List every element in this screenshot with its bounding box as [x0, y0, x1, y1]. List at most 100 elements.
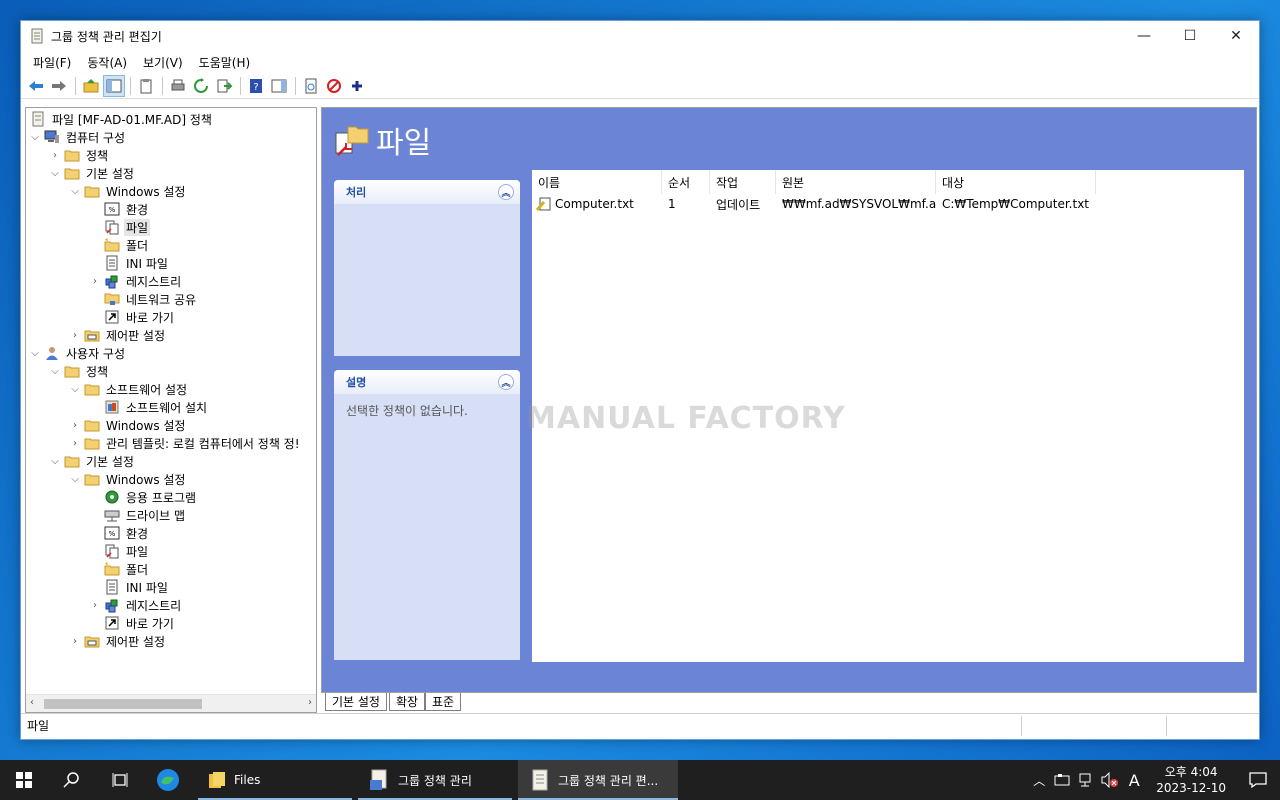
search-button[interactable] [48, 760, 96, 800]
chevron-right-icon[interactable]: › [68, 420, 82, 431]
tree-node-computer-config[interactable]: ⌵ 컴퓨터 구성 [28, 128, 127, 146]
chevron-down-icon[interactable]: ⌵ [48, 456, 62, 467]
volume-button[interactable] [1098, 760, 1122, 800]
properties-button[interactable] [135, 75, 157, 97]
tree-node-files[interactable]: 파일 [88, 218, 151, 236]
shortcut-icon [105, 616, 119, 630]
tree-node-user-files[interactable]: 파일 [88, 542, 150, 560]
tree-node-registry[interactable]: › 레지스트리 [88, 272, 183, 290]
tree-node-user-preferences[interactable]: ⌵ 기본 설정 [48, 452, 136, 470]
print-button[interactable] [167, 75, 189, 97]
edge-button[interactable] [144, 760, 192, 800]
collapse-processing-icon[interactable]: ︽ [498, 184, 514, 200]
tab-preferences[interactable]: 기본 설정 [325, 693, 387, 711]
chevron-down-icon[interactable]: ⌵ [28, 348, 42, 359]
tree-node-user-windows-settings[interactable]: › Windows 설정 [68, 416, 187, 434]
clock[interactable]: 오후 4:04 2023-12-10 [1146, 764, 1236, 796]
tree-node-user-config[interactable]: ⌵ 사용자 구성 [28, 344, 127, 362]
chevron-down-icon[interactable]: ⌵ [48, 366, 62, 377]
tree-node-applications[interactable]: 응용 프로그램 [88, 488, 198, 506]
taskbar-files[interactable]: Files [198, 760, 352, 800]
menu-file[interactable]: 파일(F) [25, 54, 79, 71]
chevron-right-icon[interactable]: › [68, 330, 82, 341]
column-header-name[interactable]: 이름 [532, 170, 662, 194]
maximize-button[interactable]: ☐ [1167, 21, 1213, 51]
disable-item-button[interactable] [323, 75, 345, 97]
help-button[interactable]: ? [245, 75, 267, 97]
tray-app-icon[interactable] [1050, 760, 1074, 800]
tree-node-environment[interactable]: % 환경 [88, 200, 150, 218]
refresh-button[interactable] [190, 75, 212, 97]
show-hide-tree-button[interactable] [103, 74, 125, 97]
tree-node-user-folders[interactable]: 폴더 [88, 560, 150, 578]
menu-action[interactable]: 동작(A) [79, 54, 135, 71]
chevron-down-icon[interactable]: ⌵ [28, 132, 42, 143]
input-method-indicator[interactable]: A [1122, 760, 1146, 800]
tree-node-user-shortcuts[interactable]: 바로 가기 [88, 614, 176, 632]
menu-help[interactable]: 도움말(H) [191, 54, 259, 71]
tree-node-windows-settings[interactable]: ⌵ Windows 설정 [68, 182, 187, 200]
collapse-description-icon[interactable]: ︽ [498, 374, 514, 390]
chevron-down-icon[interactable]: ⌵ [68, 186, 82, 197]
tree-node-user-environment[interactable]: % 환경 [88, 524, 150, 542]
tree-node-ini-files[interactable]: INI 파일 [88, 254, 170, 272]
minimize-button[interactable]: — [1121, 21, 1167, 51]
scrollbar-thumb[interactable] [44, 699, 202, 709]
task-view-button[interactable] [96, 760, 144, 800]
start-button[interactable] [0, 760, 48, 800]
scroll-left-icon[interactable]: ‹ [30, 697, 34, 708]
show-hidden-icons-button[interactable]: ︿ [1028, 760, 1050, 800]
scroll-right-icon[interactable]: › [308, 697, 312, 708]
notifications-button[interactable] [1236, 760, 1280, 800]
tree-node-user-pref-windows-settings[interactable]: ⌵ Windows 설정 [68, 470, 187, 488]
tree-node-root[interactable]: 파일 [MF-AD-01.MF.AD] 정책 [28, 110, 214, 128]
back-button[interactable] [25, 75, 47, 97]
chevron-right-icon[interactable]: › [68, 636, 82, 647]
column-header-order[interactable]: 순서 [662, 170, 710, 194]
tree-horizontal-scrollbar[interactable]: ‹ › [26, 694, 316, 712]
chevron-down-icon[interactable]: ⌵ [68, 474, 82, 485]
tree-node-user-policies[interactable]: ⌵ 정책 [48, 362, 110, 380]
tree-node-user-ini-files[interactable]: INI 파일 [88, 578, 170, 596]
menu-bar: 파일(F) 동작(A) 보기(V) 도움말(H) [21, 51, 1259, 73]
gpm-console-icon [370, 769, 387, 790]
tree-node-user-registry[interactable]: › 레지스트리 [88, 596, 183, 614]
tab-extended[interactable]: 확장 [389, 693, 426, 711]
chevron-right-icon[interactable]: › [88, 600, 102, 611]
menu-view[interactable]: 보기(V) [135, 54, 191, 71]
taskbar-files-label: Files [234, 773, 261, 787]
column-header-source[interactable]: 원본 [776, 170, 936, 194]
chevron-right-icon[interactable]: › [88, 276, 102, 287]
up-one-level-button[interactable] [80, 75, 102, 97]
network-button[interactable] [1074, 760, 1098, 800]
tree-node-software-settings[interactable]: ⌵ 소프트웨어 설정 [68, 380, 189, 398]
close-button[interactable]: ✕ [1213, 21, 1259, 51]
chevron-down-icon[interactable]: ⌵ [68, 384, 82, 395]
notification-icon [1249, 772, 1267, 788]
export-list-button[interactable] [213, 75, 235, 97]
processing-section-header[interactable]: 처리 ︽ [334, 180, 520, 204]
tree-node-admin-templates[interactable]: › 관리 템플릿: 로컬 컴퓨터에서 정책 정! [68, 434, 302, 452]
column-header-target[interactable]: 대상 [936, 170, 1096, 194]
chevron-right-icon[interactable]: › [48, 150, 62, 161]
tree-node-software-install[interactable]: 소프트웨어 설치 [88, 398, 209, 416]
add-item-button[interactable] [346, 75, 368, 97]
tree-node-drive-maps[interactable]: 드라이브 맵 [88, 506, 187, 524]
tree-node-shortcuts[interactable]: 바로 가기 [88, 308, 176, 326]
tree-node-folders[interactable]: 폴더 [88, 236, 150, 254]
tab-standard[interactable]: 표준 [425, 693, 462, 711]
new-item-button[interactable] [300, 75, 322, 97]
tree-node-user-control-panel[interactable]: › 제어판 설정 [68, 632, 167, 650]
chevron-down-icon[interactable]: ⌵ [48, 168, 62, 179]
tree-node-computer-preferences[interactable]: ⌵ 기본 설정 [48, 164, 136, 182]
taskbar-gpm[interactable]: 그룹 정책 관리 [358, 760, 512, 800]
tree-node-control-panel[interactable]: › 제어판 설정 [68, 326, 167, 344]
tree-node-computer-policies[interactable]: › 정책 [48, 146, 110, 164]
description-section-header[interactable]: 설명 ︽ [334, 370, 520, 394]
chevron-right-icon[interactable]: › [68, 438, 82, 449]
show-action-pane-button[interactable] [268, 75, 290, 97]
tree-node-network-shares[interactable]: 네트워크 공유 [88, 290, 198, 308]
forward-button[interactable] [48, 75, 70, 97]
taskbar-gpme[interactable]: 그룹 정책 관리 편... [518, 760, 678, 800]
column-header-action[interactable]: 작업 [710, 170, 776, 194]
